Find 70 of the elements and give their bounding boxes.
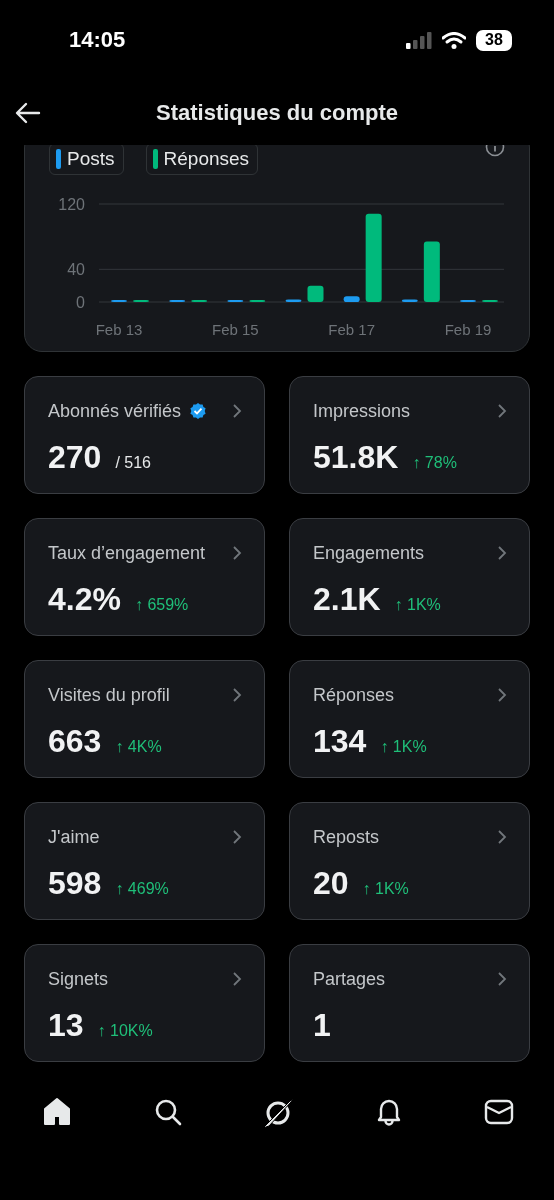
stat-card[interactable]: Signets 13 ↑ 10K% [24,944,265,1062]
chart-bar [401,299,418,302]
stat-title: Engagements [313,542,425,564]
stat-value: 20 [313,865,349,902]
stat-title: Abonnés vérifiés [48,400,182,422]
chevron-right-icon [232,403,242,419]
x-axis-label: Feb 15 [212,321,259,338]
chart-bar [307,285,324,302]
battery-level: 38 [485,31,503,49]
x-axis-label: Feb 13 [95,321,143,338]
stat-title: Partages [313,968,386,990]
chart-bar [423,241,440,302]
chevron-right-icon [497,687,507,703]
chevron-right-icon [232,971,242,987]
chart-bar [285,299,302,302]
status-time: 14:05 [69,27,126,53]
stat-card[interactable]: Visites du profil 663 ↑ 4K% [24,660,265,778]
stat-card[interactable]: Taux d’engagement 4.2% ↑ 659% [24,518,265,636]
chevron-right-icon [497,403,507,419]
stat-title: J'aime [48,826,100,848]
stat-card[interactable]: J'aime 598 ↑ 469% [24,802,265,920]
chevron-right-icon [497,545,507,561]
page-title: Statistiques du compte [155,99,398,126]
stat-change: ↑ 78% [412,454,457,472]
stat-card[interactable]: Réponses 134 ↑ 1K% [289,660,530,778]
stat-title: Signets [48,968,109,990]
back-arrow-icon[interactable] [15,102,41,124]
y-axis-label: 120 [58,196,85,213]
stat-card[interactable]: Engagements 2.1K ↑ 1K% [289,518,530,636]
stat-total: / 516 [115,454,151,472]
stat-change: ↑ 4K% [115,738,162,756]
stat-value: 1 [313,1007,331,1044]
stat-change: ↑ 469% [115,880,169,898]
stat-change: ↑ 659% [134,596,189,614]
home-icon[interactable] [41,1096,73,1128]
stat-title: Impressions [313,400,411,422]
stat-title: Reposts [313,826,380,848]
stat-value: 598 [48,865,102,902]
x-axis-label: Feb 19 [444,321,492,338]
stat-value: 51.8K [313,439,399,476]
stat-card[interactable]: Abonnés vérifiés 270 / 516 [24,376,265,494]
chart-bar [343,296,360,302]
stat-change: ↑ 1K% [362,880,409,898]
x-axis-label: Feb 17 [328,321,375,338]
stat-value: 13 [48,1007,84,1044]
stat-title: Visites du profil [48,684,170,706]
stat-change: ↑ 1K% [394,596,441,614]
stat-title: Taux d’engagement [48,542,206,564]
chevron-right-icon [232,687,242,703]
chevron-right-icon [232,545,242,561]
stat-value: 134 [313,723,367,760]
stat-change: ↑ 10K% [97,1022,153,1040]
y-axis-label: 0 [76,294,85,311]
stat-value: 2.1K [313,581,381,618]
legend-label: Posts [67,147,115,170]
stat-value: 270 [48,439,102,476]
stat-value: 4.2% [48,581,121,618]
signal-icon [406,31,432,49]
stat-value: 663 [48,723,102,760]
legend-label: Réponses [163,147,250,170]
stat-card[interactable]: Impressions 51.8K ↑ 78% [289,376,530,494]
chevron-right-icon [497,829,507,845]
stat-title: Réponses [313,684,395,706]
wifi-icon [442,31,466,49]
stat-change: ↑ 1K% [380,738,427,756]
y-axis-label: 40 [67,261,85,279]
stat-card[interactable]: Partages 1 [289,944,530,1062]
stat-card[interactable]: Reposts 20 ↑ 1K% [289,802,530,920]
chevron-right-icon [232,829,242,845]
chevron-right-icon [497,971,507,987]
